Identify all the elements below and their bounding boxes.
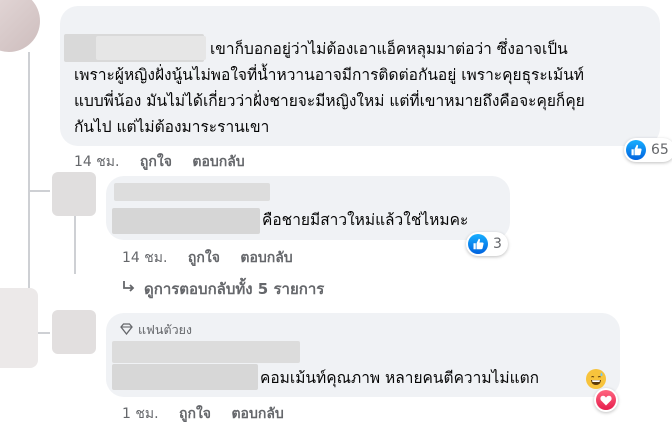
thread-line-replies	[74, 216, 76, 274]
comment-text: คอมเม้นท์คุณภาพ หลายคนตีความไม่แตก	[260, 369, 540, 387]
reaction-number: 3	[493, 236, 502, 252]
grinning-sweat-emoji	[586, 369, 606, 389]
comment-text-line: เขาก็บอกอยู่ว่าไม่ต้องเอาแอ็คหลุมมาต่อว่…	[210, 40, 568, 58]
timestamp[interactable]: 14 ชม.	[74, 151, 119, 173]
like-button[interactable]: ถูกใจ	[140, 151, 172, 173]
redacted-name	[114, 183, 270, 201]
redacted-name	[96, 36, 206, 60]
reply-button[interactable]: ตอบกลับ	[231, 403, 283, 423]
timestamp[interactable]: 14 ชม.	[122, 247, 167, 269]
avatar[interactable]	[52, 172, 96, 216]
like-icon	[468, 234, 488, 254]
avatar-partial	[0, 288, 38, 368]
comment-text-line: กันไป แต่ไม่ต้องมาระรานเขา	[74, 118, 270, 136]
comment-meta: 14 ชม. ถูกใจ ตอบกลับ	[122, 247, 309, 269]
comment-meta: 1 ชม. ถูกใจ ตอบกลับ	[122, 403, 300, 423]
like-button[interactable]: ถูกใจ	[188, 247, 220, 269]
badge-label: แฟนตัวยง	[138, 322, 193, 337]
redacted-text	[112, 208, 260, 234]
thread-line-curve-1	[28, 190, 50, 192]
redacted-text	[112, 364, 258, 390]
reply-button[interactable]: ตอบกลับ	[192, 151, 244, 173]
like-icon	[626, 140, 646, 160]
reaction-number: 65	[651, 142, 669, 158]
reply-arrow-icon	[122, 280, 136, 298]
view-replies-link[interactable]: ดูการตอบกลับทั้ง 5 รายการ	[122, 277, 324, 301]
heart-icon	[596, 390, 616, 410]
fan-badge: แฟนตัวยง	[120, 320, 192, 340]
avatar[interactable]	[52, 310, 96, 354]
reaction-heart[interactable]	[594, 388, 618, 412]
redacted-name	[112, 341, 300, 363]
comment-text: คือชายมีสาวใหม่แล้วใช่ไหมคะ	[262, 211, 469, 229]
like-button[interactable]: ถูกใจ	[179, 403, 211, 423]
timestamp[interactable]: 1 ชม.	[122, 403, 159, 423]
diamond-icon	[120, 322, 133, 338]
comment-text-line: เพราะผู้หญิงฝั่งนู้นไม่พอใจที่น้ำหวานอาจ…	[74, 66, 585, 84]
reaction-count[interactable]: 3	[466, 232, 508, 256]
avatar[interactable]	[0, 0, 40, 52]
reply-button[interactable]: ตอบกลับ	[240, 247, 292, 269]
comment-text-line: แบบพี่น้อง มันไม่ได้เกี่ยวว่าฝั่งชายจะมี…	[74, 92, 585, 110]
comment-meta: 14 ชม. ถูกใจ ตอบกลับ	[74, 151, 261, 173]
view-replies-label: ดูการตอบกลับทั้ง 5 รายการ	[144, 280, 325, 298]
reaction-count[interactable]: 65	[624, 138, 672, 162]
